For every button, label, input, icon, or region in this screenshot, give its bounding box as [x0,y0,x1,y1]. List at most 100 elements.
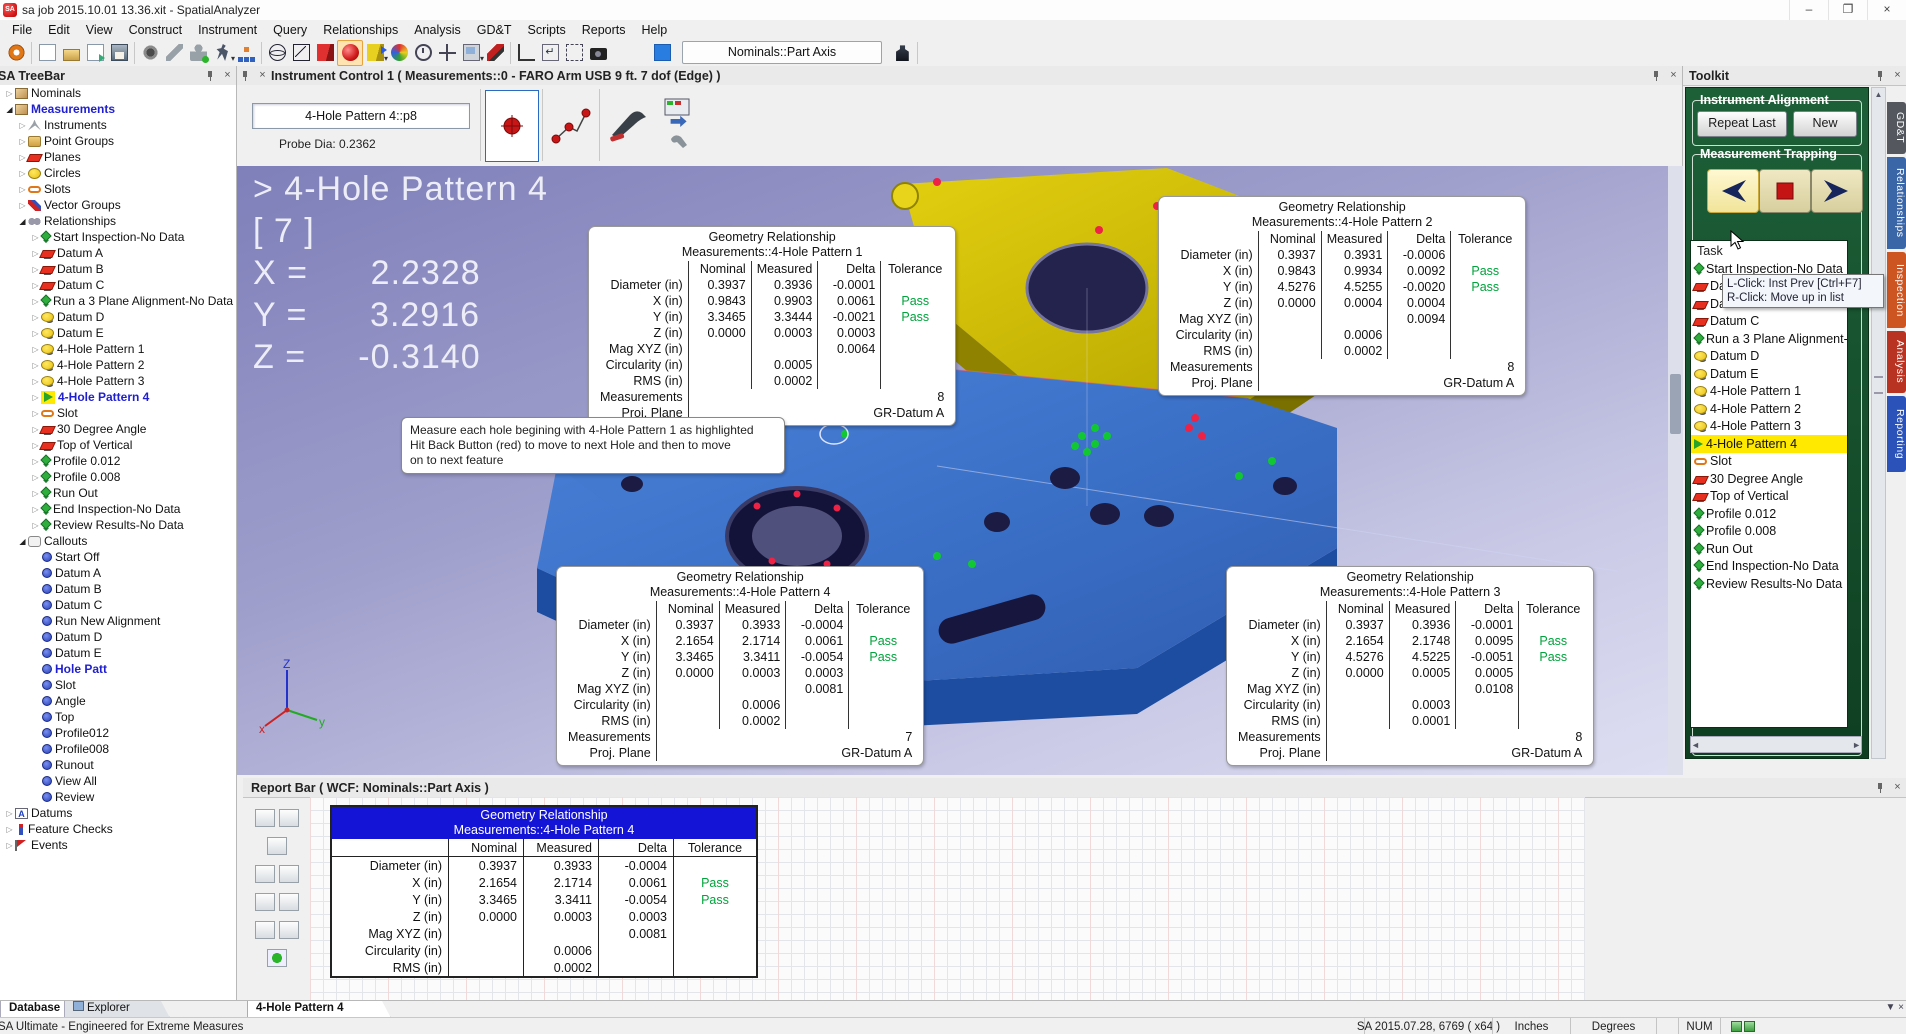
layout-icon[interactable] [279,893,299,911]
expand-icon[interactable]: ▷ [30,521,41,530]
sphere-wireframe-icon[interactable] [265,41,289,65]
measured-point-icon[interactable] [337,40,363,66]
active-color-swatch[interactable] [650,41,674,65]
maximize-button[interactable]: ❐ [1828,0,1867,20]
tree-item[interactable]: Datum E [0,645,236,661]
graphics-viewport[interactable]: > 4-Hole Pattern 4[ 7 ]X = 2.2328Y = 3.2… [237,166,1668,775]
tree-item[interactable]: Run New Alignment [0,613,236,629]
tree-item[interactable]: ▷Datum D [0,309,236,325]
expand-icon[interactable]: ▷ [30,457,41,466]
pin-icon[interactable] [204,69,217,82]
copy-icon[interactable] [279,809,299,827]
close-icon[interactable]: × [1667,69,1680,82]
tree-item[interactable]: ▷Start Inspection-No Data [0,229,236,245]
expand-icon[interactable]: ▷ [30,489,41,498]
import-file-icon[interactable] [83,41,107,65]
tree-item[interactable]: ▷Instruments [0,117,236,133]
settings-gear-icon[interactable] [138,41,162,65]
annotate-pen-icon[interactable] [483,41,507,65]
add-instrument-icon[interactable] [186,41,210,65]
tab-explorer[interactable]: Explorer [64,1001,170,1018]
expand-icon[interactable]: ▷ [17,201,28,210]
tree-item[interactable]: ▷Datum E [0,325,236,341]
history-clock-icon[interactable] [411,41,435,65]
menu-analysis[interactable]: Analysis [406,23,469,37]
display-monitor-icon[interactable]: ▾ [459,41,483,65]
open-file-icon[interactable] [59,41,83,65]
task-item[interactable]: Run Out [1691,540,1847,558]
task-item[interactable]: Run a 3 Plane Alignment-No Dat [1691,330,1847,348]
tree-item[interactable]: ▷Top of Vertical [0,437,236,453]
repeat-last-button[interactable]: Repeat Last [1697,111,1787,137]
task-item[interactable]: 4-Hole Pattern 1 [1691,383,1847,401]
menu-reports[interactable]: Reports [574,23,634,37]
close-icon[interactable]: × [256,69,269,82]
pin-icon[interactable] [1874,69,1887,82]
menu-relationships[interactable]: Relationships [315,23,406,37]
printer-icon[interactable] [255,809,275,827]
pin-icon[interactable] [239,69,252,82]
tree-item[interactable]: ◢Measurements [0,101,236,117]
task-item[interactable]: 30 Degree Angle [1691,470,1847,488]
tree-item[interactable]: ▷4-Hole Pattern 3 [0,373,236,389]
geometry-box-icon[interactable]: ▾ [363,41,387,65]
tree-item[interactable]: ▷Slots [0,181,236,197]
expand-icon[interactable]: ▷ [30,233,41,242]
splitter-grip[interactable] [1874,376,1883,394]
refresh-icon[interactable] [267,949,287,967]
move-transform-icon[interactable] [435,41,459,65]
expand-icon[interactable]: ▷ [30,361,41,370]
pin-icon[interactable] [1874,781,1887,794]
task-item[interactable]: 4-Hole Pattern 3 [1691,418,1847,436]
tree-item[interactable]: ▷Circles [0,165,236,181]
tree-item[interactable]: ▷Vector Groups [0,197,236,213]
minimize-button[interactable]: – [1789,0,1828,20]
expand-icon[interactable]: ▷ [30,505,41,514]
tree-item[interactable]: Profile008 [0,741,236,757]
menu-file[interactable]: File [4,23,40,37]
collapse-icon[interactable]: ◢ [4,105,15,114]
close-button[interactable]: × [1867,0,1906,20]
task-item[interactable]: Profile 0.012 [1691,505,1847,523]
side-tab-relationships[interactable]: Relationships [1887,157,1906,249]
menu-edit[interactable]: Edit [40,23,78,37]
tree-hierarchy-icon[interactable] [234,41,258,65]
tree-item[interactable]: ◢Relationships [0,213,236,229]
trap-next-button[interactable] [1811,169,1863,213]
task-item[interactable]: Top of Vertical [1691,488,1847,506]
tree-item[interactable]: ◢Callouts [0,533,236,549]
task-horizontal-scrollbar[interactable]: ◄► [1690,736,1862,753]
tree-item[interactable]: ▷Events [0,837,236,853]
task-item[interactable]: End Inspection-No Data [1691,558,1847,576]
camera-snapshot-icon[interactable] [586,41,610,65]
scroll-up-icon[interactable]: ▲ [1872,88,1885,102]
close-icon[interactable]: × [1891,69,1904,82]
help-ring-icon[interactable] [4,41,28,65]
tree-item[interactable]: ▷Planes [0,149,236,165]
tree-item[interactable]: ▷Slot [0,405,236,421]
expand-icon[interactable]: ▷ [4,825,15,834]
task-item[interactable]: Datum D [1691,348,1847,366]
tree-item[interactable]: ▷Profile 0.012 [0,453,236,469]
expand-icon[interactable]: ▷ [17,121,28,130]
trap-previous-button[interactable] [1707,169,1759,213]
tree-item[interactable]: ▷Datum B [0,261,236,277]
tree-item[interactable]: ▷30 Degree Angle [0,421,236,437]
tree-item[interactable]: ▷4-Hole Pattern 4 [0,389,236,405]
close-icon[interactable]: × [1891,781,1904,794]
tree-item[interactable]: Review [0,789,236,805]
color-palette-icon[interactable] [387,41,411,65]
menu-construct[interactable]: Construct [121,23,191,37]
tree-item[interactable]: ▷4-Hole Pattern 1 [0,341,236,357]
tree-item[interactable]: ▷Feature Checks [0,821,236,837]
pin-icon[interactable] [1650,69,1663,82]
save-icon[interactable] [107,41,131,65]
tree-item[interactable]: Hole Patt [0,661,236,677]
band-icon[interactable] [255,921,275,939]
tree-item[interactable]: ▷Review Results-No Data [0,517,236,533]
tree-item[interactable]: Datum C [0,597,236,613]
tree-item[interactable]: Angle [0,693,236,709]
expand-icon[interactable]: ▷ [30,297,41,306]
menu-scripts[interactable]: Scripts [520,23,574,37]
tree-item[interactable]: ▷Datum C [0,277,236,293]
